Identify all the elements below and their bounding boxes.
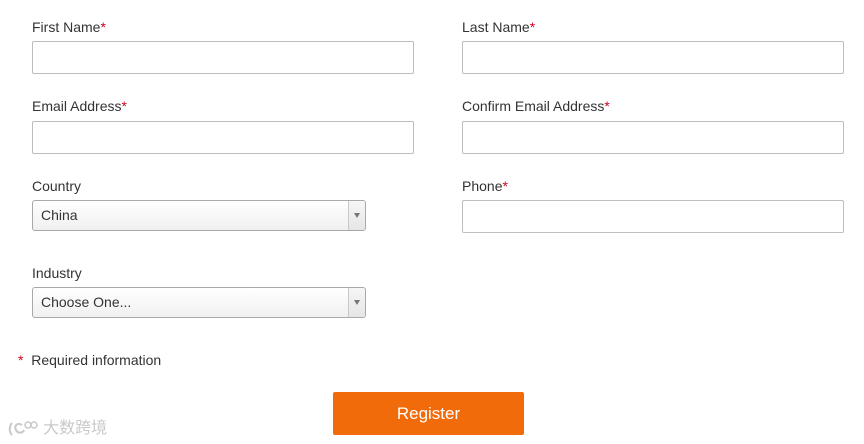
industry-dropdown-toggle[interactable] (348, 288, 365, 317)
required-asterisk: * (121, 98, 127, 114)
watermark-text: 大数跨境 (43, 418, 108, 437)
phone-label: Phone* (462, 177, 508, 195)
last-name-label: Last Name* (462, 18, 535, 36)
required-asterisk: * (18, 352, 24, 368)
watermark: 大数跨境 (8, 414, 107, 438)
required-information-text: Required information (31, 352, 162, 368)
industry-select[interactable]: Choose One... (32, 287, 366, 318)
email-label: Email Address* (32, 97, 127, 115)
industry-label-text: Industry (32, 265, 82, 281)
required-asterisk: * (100, 19, 106, 35)
phone-input[interactable] (462, 200, 844, 233)
country-selected-value: China (41, 207, 78, 223)
confirm-email-label-text: Confirm Email Address (462, 98, 605, 114)
confirm-email-input[interactable] (462, 121, 844, 154)
register-button[interactable]: Register (333, 392, 524, 435)
last-name-label-text: Last Name (462, 19, 530, 35)
industry-selected-value: Choose One... (41, 294, 132, 310)
first-name-label-text: First Name (32, 19, 101, 35)
last-name-input[interactable] (462, 41, 844, 74)
chevron-down-icon (354, 213, 360, 218)
country-select[interactable]: China (32, 200, 366, 231)
country-label-text: Country (32, 178, 82, 194)
required-asterisk: * (529, 19, 536, 35)
required-information-note: * Required information (18, 351, 161, 369)
required-asterisk: * (502, 178, 508, 194)
first-name-label: First Name* (32, 18, 106, 36)
email-input[interactable] (32, 121, 414, 154)
watermark-logo-icon (8, 420, 38, 436)
chevron-down-icon (354, 300, 360, 305)
required-asterisk: * (604, 98, 610, 114)
country-label: Country (32, 177, 81, 195)
country-dropdown-toggle[interactable] (348, 201, 365, 230)
email-label-text: Email Address (32, 98, 122, 114)
first-name-input[interactable] (32, 41, 414, 74)
confirm-email-label: Confirm Email Address* (462, 97, 610, 115)
phone-label-text: Phone (462, 178, 503, 194)
industry-label: Industry (32, 264, 82, 282)
